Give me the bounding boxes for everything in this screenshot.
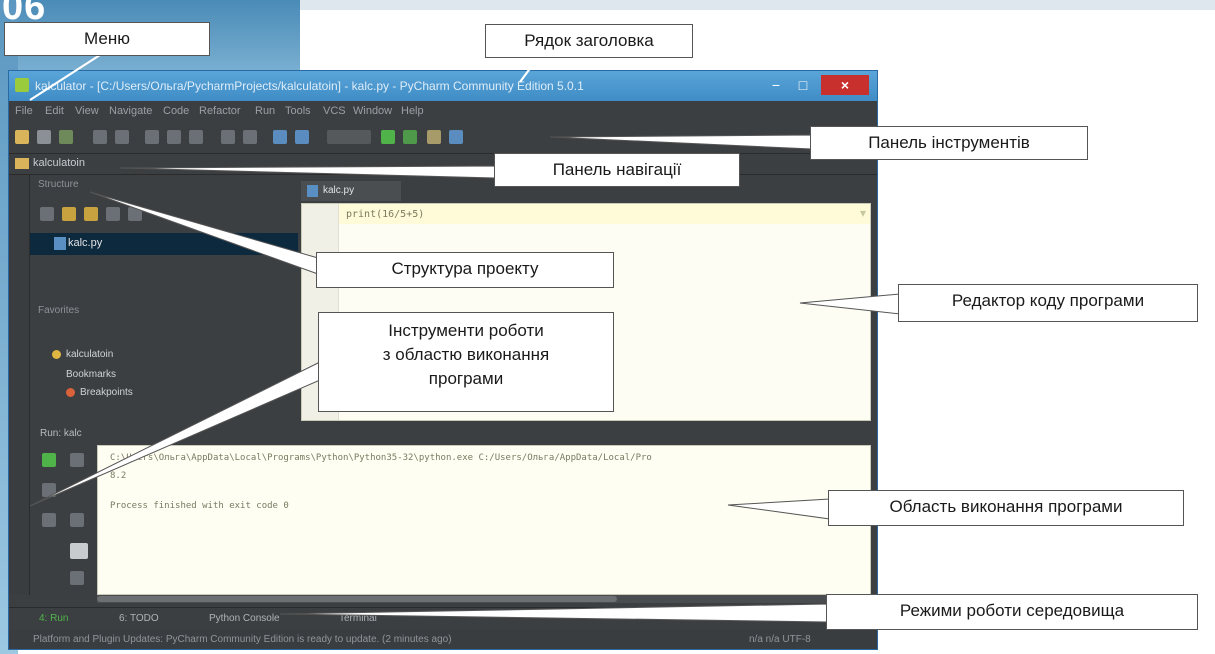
pointer-run-tools bbox=[29, 361, 321, 507]
pointer-project-structure bbox=[89, 191, 319, 275]
pointer-run-area bbox=[727, 498, 831, 520]
pointer-code-editor bbox=[799, 293, 901, 315]
pointer-menu bbox=[29, 54, 101, 101]
callout-title-bar: Рядок заголовка bbox=[485, 24, 693, 58]
callout-navbar: Панель навігації bbox=[494, 153, 740, 187]
callout-run-area: Область виконання програми bbox=[828, 490, 1184, 526]
pointer-toolbar bbox=[549, 134, 813, 150]
pointer-title-bar bbox=[519, 54, 541, 83]
callout-project-structure: Структура проекту bbox=[316, 252, 614, 288]
callout-menu: Меню bbox=[4, 22, 210, 56]
callout-toolbar: Панель інструментів bbox=[810, 126, 1088, 160]
callout-code-editor: Редактор коду програми bbox=[898, 284, 1198, 322]
callout-run-tools-line: програми bbox=[428, 369, 504, 388]
callout-modes: Режими роботи середовища bbox=[826, 594, 1198, 630]
pointer-navbar bbox=[119, 165, 497, 179]
callout-run-tools: Інструменти роботи з областю виконання п… bbox=[318, 312, 614, 412]
callout-run-tools-line: Інструменти роботи bbox=[388, 321, 544, 340]
callout-run-tools-line: з областю виконання bbox=[382, 345, 550, 364]
pointer-modes bbox=[279, 603, 829, 623]
